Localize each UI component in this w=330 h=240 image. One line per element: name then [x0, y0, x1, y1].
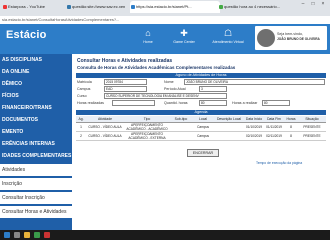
- cell: 8: [290, 125, 292, 129]
- folder-icon[interactable]: [24, 232, 30, 238]
- sidebar-item[interactable]: AS DISCIPLINAS: [0, 54, 74, 66]
- cell: APERFEIÇOAMENTO ACADÊMICO - EXTERNA: [128, 132, 166, 140]
- user-name: JOÃO BRUNO DE OLIVEIRA: [277, 37, 320, 41]
- nav-home[interactable]: ⌂ Home: [130, 28, 166, 45]
- cell: 01/11/2019: [266, 125, 282, 129]
- sidebar-item[interactable]: FINANCEIRO/TRANS: [0, 102, 74, 114]
- cell: [214, 132, 244, 140]
- sidebar-item[interactable]: IDADES COMPLEMENTARES: [0, 150, 74, 162]
- cell: CURSO - VÍDEO AULA: [88, 125, 122, 129]
- page-subtitle: Consulta de Horas de Atividades Acadêmic…: [77, 65, 236, 70]
- browser-tab-active[interactable]: https://sia.estacio.br/sianet/Pt...: [130, 1, 220, 13]
- cell: 2: [80, 134, 82, 138]
- label-nome: Nome: [164, 80, 174, 84]
- cell: 02/11/2019: [266, 134, 282, 138]
- cell: PRESENTE: [303, 134, 321, 138]
- sidebar-item[interactable]: DOCUMENTOS: [0, 114, 74, 126]
- google-icon: [219, 5, 223, 9]
- chrome-icon[interactable]: [34, 232, 40, 238]
- horas-realizadas-field: [112, 100, 155, 106]
- label-curso: Curso: [77, 94, 87, 98]
- search-icon[interactable]: [14, 232, 20, 238]
- browser-tab[interactable]: questão:site://www.sav.ec.xen: [66, 1, 132, 13]
- app-icon[interactable]: [44, 232, 50, 238]
- sidebar-item[interactable]: ERÊNCIAS INTERNAS: [0, 138, 74, 150]
- cell: 8: [290, 134, 292, 138]
- user-card[interactable]: Seja bem-vindo, JOÃO BRUNO DE OLIVEIRA: [255, 26, 327, 50]
- col-header: Atividade: [98, 117, 112, 121]
- cell: APERFEIÇOAMENTO ACADÊMICO - ACADÊMICO: [126, 123, 168, 131]
- cell: Campus: [197, 134, 209, 138]
- col-header: Local: [198, 117, 208, 121]
- main-content: Consultar Horas e Atividades realizadas …: [74, 56, 330, 230]
- matricula-field: 2015 09784: [104, 79, 147, 85]
- col-header: Ag.: [78, 117, 84, 121]
- quantid-horas-field: 80: [199, 100, 227, 106]
- sidebar-item[interactable]: DÊMICO: [0, 78, 74, 90]
- cell: 1: [80, 125, 82, 129]
- gamepad-icon: ✚: [180, 28, 188, 38]
- maximize-icon[interactable]: □: [308, 0, 318, 8]
- label-matricula: Matrícula: [77, 80, 92, 84]
- col-header: Data Fim: [267, 117, 281, 121]
- sidebar-subitem[interactable]: Atividades: [0, 164, 74, 176]
- label-periodo: Período Atual: [164, 87, 186, 91]
- cell: [170, 123, 192, 131]
- browser-tab[interactable]: questão hora ao 4 necessário...: [218, 1, 300, 13]
- encerrar-button[interactable]: ENCERRAR: [187, 149, 219, 157]
- curso-field: CURSO SUPERIOR DE TECNOLOGIA EM ANÁLISE …: [104, 93, 227, 99]
- col-header: Sub-tipo: [174, 117, 188, 121]
- label-horas-a-realizar: Horas a realizar: [232, 101, 258, 105]
- page-icon: [131, 5, 135, 9]
- chat-icon: ☖: [223, 28, 233, 38]
- cell: [214, 123, 244, 131]
- label-campus: Campus: [77, 87, 91, 91]
- close-icon[interactable]: ×: [318, 0, 328, 8]
- cell: CURSO - VÍDEO AULA: [88, 134, 122, 138]
- cell: 01/10/2019: [246, 125, 262, 129]
- periodo-field: 3: [199, 86, 227, 92]
- cell: Campus: [197, 125, 209, 129]
- cell: [170, 132, 192, 140]
- col-header: Horas: [286, 117, 296, 121]
- col-header: Data Início: [245, 117, 263, 121]
- label-horas-realizadas: Horas realizadas: [77, 101, 104, 105]
- sidebar: AS DISCIPLINAS DA ONLINE DÊMICO FÍCIOS F…: [0, 54, 74, 230]
- sidebar-item[interactable]: EMENTO: [0, 126, 74, 138]
- page-icon: [67, 5, 71, 9]
- minimize-icon[interactable]: –: [298, 0, 308, 8]
- label-quantid-horas: Quantid. horas: [164, 101, 188, 105]
- avatar: [257, 29, 275, 47]
- youtube-icon: [3, 5, 7, 9]
- sidebar-subitem[interactable]: Inscrição: [0, 178, 74, 190]
- sidebar-item[interactable]: DA ONLINE: [0, 66, 74, 78]
- site-header: Estácio ⌂ Home ✚ Game Center ☖ Atendimen…: [0, 24, 330, 54]
- page-title: Consultar Horas e Atividades realizadas: [77, 58, 173, 64]
- taskbar: [0, 230, 330, 240]
- execution-time-note: Tempo de execução da página: [256, 161, 303, 165]
- cell: 02/10/2019: [246, 134, 262, 138]
- browser-tab[interactable]: Estarposs - YouTube: [2, 1, 68, 13]
- nome-field: JOÃO BRUNO DE OLIVEIRA: [184, 79, 325, 85]
- student-section-header: Aguno de Atividades de Horas: [76, 73, 326, 78]
- cell: PRESENTE: [303, 125, 321, 129]
- estacio-logo: Estácio: [6, 29, 47, 41]
- start-icon[interactable]: [4, 232, 10, 238]
- sidebar-subitem[interactable]: Consultar Horas e Atividades: [0, 206, 74, 218]
- col-header: Situação: [305, 117, 319, 121]
- col-header: Descrição Local: [216, 117, 242, 121]
- browser-tab-strip: Estarposs - YouTube questão:site://www.s…: [0, 0, 330, 16]
- col-header: Tipo: [143, 117, 151, 121]
- sidebar-item[interactable]: FÍCIOS: [0, 90, 74, 102]
- sidebar-subitem[interactable]: Consultar Inscrição: [0, 192, 74, 204]
- home-icon: ⌂: [145, 28, 151, 38]
- campus-field: EAD: [104, 86, 147, 92]
- nav-game-center[interactable]: ✚ Game Center: [166, 28, 202, 45]
- agenda-section-header: Agenda: [76, 110, 326, 115]
- horas-a-realizar-field: 80: [262, 100, 290, 106]
- nav-atendimento-virtual[interactable]: ☖ Atendimento Virtual: [210, 28, 246, 45]
